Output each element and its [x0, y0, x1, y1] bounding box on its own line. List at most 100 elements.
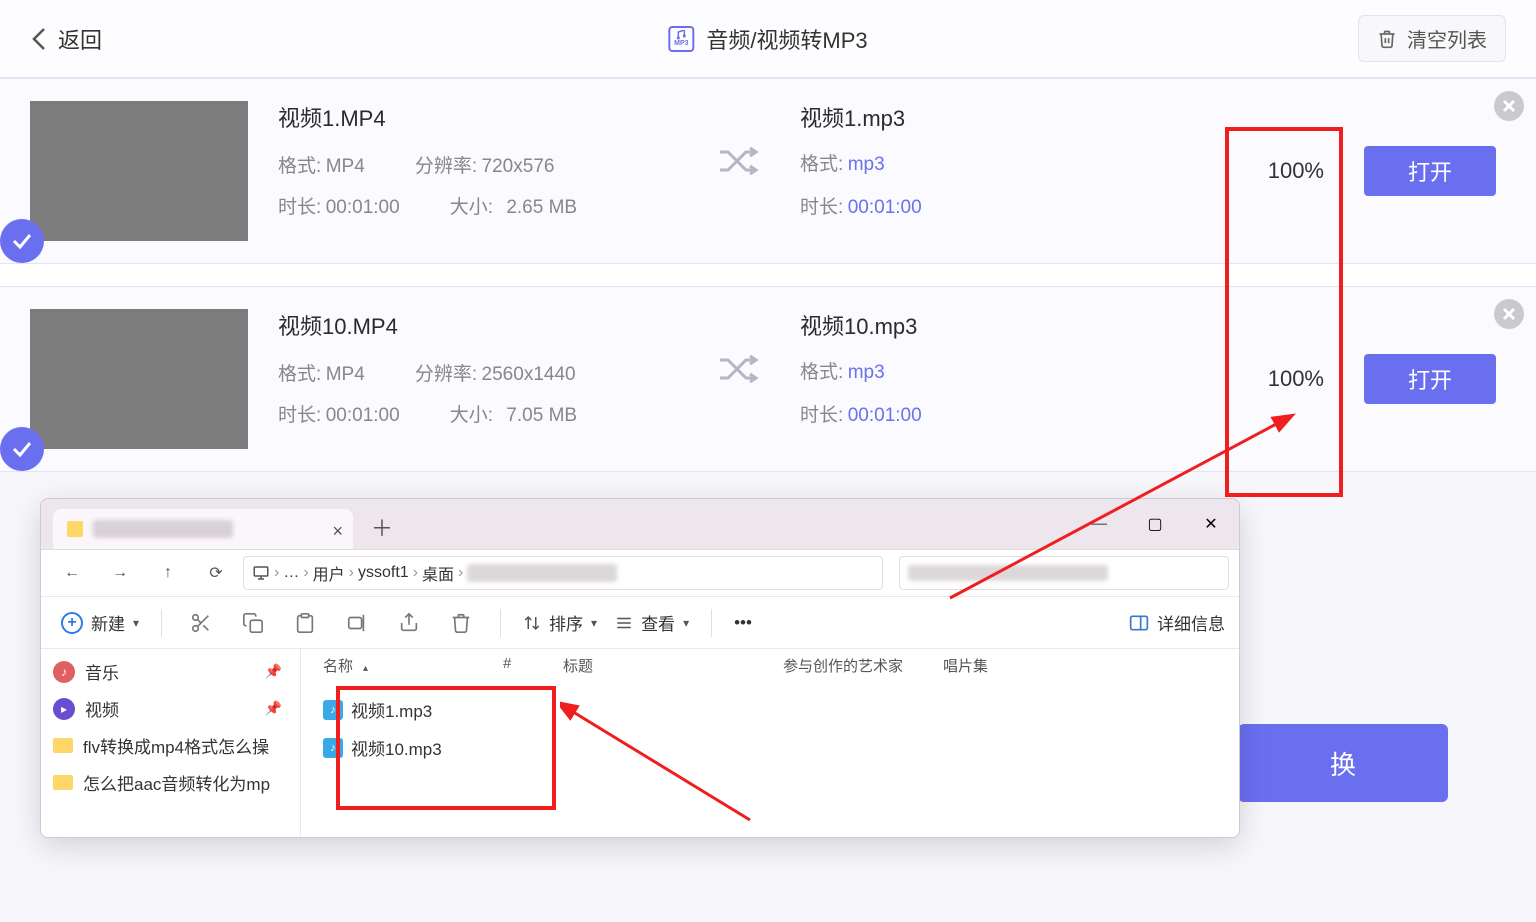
conversion-list: 视频1.MP4 格式: MP4 分辨率: 720x576 时长: 00:01:0… — [0, 78, 1536, 472]
source-filename: 视频1.MP4 — [278, 101, 688, 133]
share-button[interactable] — [386, 603, 432, 643]
mp3-icon: MP3 — [668, 26, 694, 52]
check-badge — [0, 427, 44, 471]
page-title: MP3 音频/视频转MP3 — [668, 23, 867, 55]
explorer-sidebar: ♪音乐📌 ▸视频📌 flv转换成mp4格式怎么操 怎么把aac音频转化为mp — [41, 649, 301, 838]
explorer-tab[interactable]: × — [53, 509, 353, 549]
resolution-field: 分辨率: 720x576 — [415, 151, 555, 178]
more-button[interactable]: ••• — [728, 613, 758, 633]
sidebar-item-folder[interactable]: flv转换成mp4格式怎么操 — [53, 733, 288, 758]
cut-button[interactable] — [178, 603, 224, 643]
pin-icon: 📌 — [265, 700, 282, 717]
folder-icon — [53, 775, 73, 790]
format-field: 格式: MP4 — [278, 359, 365, 386]
nav-up-button[interactable]: ↑ — [147, 556, 189, 590]
file-name: 视频10.mp3 — [351, 735, 442, 760]
paste-button[interactable] — [282, 603, 328, 643]
conversion-card: 视频10.MP4 格式: MP4 分辨率: 2560x1440 时长: 00:0… — [0, 286, 1536, 472]
view-icon — [615, 614, 633, 632]
duration-field: 时长: 00:01:00 — [278, 192, 400, 219]
conversion-card: 视频1.MP4 格式: MP4 分辨率: 720x576 时长: 00:01:0… — [0, 78, 1536, 264]
size-field: 大小: 7.05 MB — [450, 400, 577, 427]
format-field: 格式: MP4 — [278, 151, 365, 178]
monitor-icon — [252, 564, 270, 582]
video-thumbnail — [30, 309, 248, 449]
remove-button[interactable] — [1494, 91, 1524, 121]
explorer-file-pane: 名称▴ # 标题 参与创作的艺术家 唱片集 ♪ 视频1.mp3 ♪ 视频10.m… — [301, 649, 1239, 838]
audio-file-icon: ♪ — [323, 738, 343, 758]
output-format-field: 格式: mp3 — [800, 149, 922, 176]
close-window-button[interactable]: ✕ — [1183, 499, 1239, 549]
output-format-field: 格式: mp3 — [800, 357, 922, 384]
sort-button[interactable]: 排序▾ — [517, 610, 603, 635]
open-button[interactable]: 打开 — [1364, 354, 1496, 404]
output-filename: 视频10.mp3 — [800, 309, 922, 341]
file-name: 视频1.mp3 — [351, 697, 432, 722]
delete-button[interactable] — [438, 603, 484, 643]
output-filename: 视频1.mp3 — [800, 101, 922, 133]
nav-back-button[interactable]: ← — [51, 556, 93, 590]
top-bar: 返回 MP3 音频/视频转MP3 清空列表 — [0, 0, 1536, 78]
tab-title-blurred — [93, 520, 233, 538]
card-actions: 100% 打开 — [1268, 101, 1496, 241]
sidebar-item-folder[interactable]: 怎么把aac音频转化为mp — [53, 770, 288, 795]
video-icon: ▸ — [53, 698, 75, 720]
source-info: 视频1.MP4 格式: MP4 分辨率: 720x576 时长: 00:01:0… — [278, 101, 688, 233]
size-field: 大小: 2.65 MB — [450, 192, 577, 219]
explorer-address-bar: ← → ↑ ⟳ ›… ›用户 ›yssoft1 ›桌面 › — [41, 549, 1239, 597]
output-duration-field: 时长: 00:01:00 — [800, 192, 922, 219]
output-info: 视频1.mp3 格式: mp3 时长: 00:01:00 — [800, 101, 922, 235]
breadcrumb[interactable]: ›… ›用户 ›yssoft1 ›桌面 › — [243, 556, 883, 590]
convert-button[interactable]: 换 — [1238, 724, 1448, 802]
crumb-account[interactable]: yssoft1 — [358, 564, 409, 582]
new-button[interactable]: + 新建 ▾ — [55, 606, 145, 639]
explorer-tabstrip: × ＋ — ▢ ✕ — [41, 499, 1239, 549]
maximize-button[interactable]: ▢ — [1127, 499, 1183, 549]
shuffle-icon — [718, 144, 760, 178]
crumb-blurred — [467, 564, 617, 582]
resolution-field: 分辨率: 2560x1440 — [415, 359, 576, 386]
explorer-toolbar: + 新建 ▾ 排序▾ 查看▾ ••• 详细信息 — [41, 597, 1239, 649]
source-filename: 视频10.MP4 — [278, 309, 688, 341]
remove-button[interactable] — [1494, 299, 1524, 329]
page-title-text: 音频/视频转MP3 — [706, 23, 867, 55]
back-label: 返回 — [58, 23, 102, 55]
column-headers[interactable]: 名称▴ # 标题 参与创作的艺术家 唱片集 — [323, 655, 1229, 676]
crumb-users[interactable]: 用户 — [313, 561, 345, 585]
new-tab-button[interactable]: ＋ — [371, 511, 393, 549]
window-controls: — ▢ ✕ — [1071, 499, 1239, 549]
explorer-body: ♪音乐📌 ▸视频📌 flv转换成mp4格式怎么操 怎么把aac音频转化为mp 名… — [41, 649, 1239, 838]
sort-icon — [523, 614, 541, 632]
sidebar-item-music[interactable]: ♪音乐📌 — [53, 659, 288, 684]
output-info: 视频10.mp3 格式: mp3 时长: 00:01:00 — [800, 309, 922, 443]
file-row[interactable]: ♪ 视频10.mp3 — [323, 735, 442, 760]
rename-button[interactable] — [334, 603, 380, 643]
details-panel-button[interactable]: 详细信息 — [1129, 610, 1225, 635]
folder-icon — [53, 738, 73, 753]
pin-icon: 📌 — [265, 663, 282, 680]
nav-refresh-button[interactable]: ⟳ — [195, 556, 237, 590]
explorer-search[interactable] — [899, 556, 1229, 590]
open-button[interactable]: 打开 — [1364, 146, 1496, 196]
arrow-icon-wrap — [718, 101, 760, 241]
sidebar-item-video[interactable]: ▸视频📌 — [53, 696, 288, 721]
back-button[interactable]: 返回 — [30, 23, 102, 55]
source-info: 视频10.MP4 格式: MP4 分辨率: 2560x1440 时长: 00:0… — [278, 309, 688, 441]
minimize-button[interactable]: — — [1071, 499, 1127, 549]
plus-circle-icon: + — [61, 612, 83, 634]
duration-field: 时长: 00:01:00 — [278, 400, 400, 427]
arrow-icon-wrap — [718, 309, 760, 449]
crumb-desktop[interactable]: 桌面 — [422, 561, 454, 585]
details-icon — [1129, 614, 1149, 632]
nav-forward-button[interactable]: → — [99, 556, 141, 590]
copy-button[interactable] — [230, 603, 276, 643]
music-icon: ♪ — [53, 661, 75, 683]
check-badge — [0, 219, 44, 263]
view-button[interactable]: 查看▾ — [609, 610, 695, 635]
folder-icon — [67, 521, 83, 537]
file-row[interactable]: ♪ 视频1.mp3 — [323, 697, 432, 722]
tab-close-button[interactable]: × — [332, 521, 343, 542]
video-thumbnail — [30, 101, 248, 241]
shuffle-icon — [718, 352, 760, 386]
clear-list-button[interactable]: 清空列表 — [1358, 15, 1506, 62]
